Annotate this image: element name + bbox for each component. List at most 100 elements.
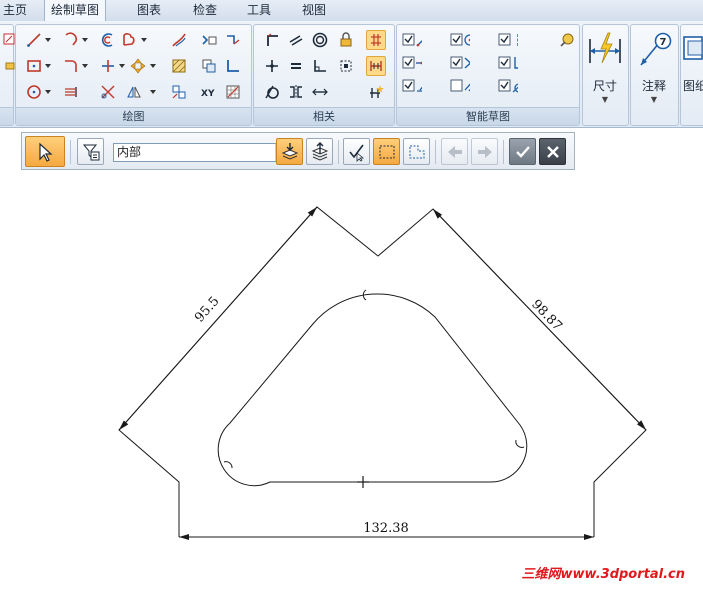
parallel-icon[interactable] — [286, 30, 306, 50]
next-button[interactable] — [471, 138, 498, 165]
check-select-button[interactable] — [343, 138, 370, 165]
curve-dropdown-icon[interactable] — [141, 30, 147, 50]
collinear-icon[interactable] — [310, 82, 330, 102]
pointer-arrow-icon — [39, 142, 53, 162]
mirror-dropdown-icon[interactable] — [150, 82, 156, 102]
line-dropdown-icon[interactable] — [45, 30, 51, 50]
construction-icon[interactable] — [61, 82, 81, 102]
drawing-view-button[interactable]: 图纸 — [681, 29, 703, 111]
rectangle-dropdown-icon[interactable] — [45, 56, 51, 76]
smart-dimension-icon — [589, 32, 621, 64]
grid-icon[interactable] — [223, 82, 243, 102]
move-icon[interactable] — [128, 56, 148, 76]
fillet-dropdown-icon[interactable] — [82, 56, 88, 76]
svg-text:XY: XY — [201, 89, 215, 99]
equal-icon[interactable] — [286, 56, 306, 76]
sketch-canvas[interactable]: 132.38 95.5 98.87 — [0, 171, 703, 590]
lock-icon[interactable] — [336, 30, 356, 50]
xy-coordinate-icon[interactable]: XY — [199, 82, 219, 102]
tab-charts[interactable]: 图表 — [137, 0, 161, 21]
arc-dropdown-icon[interactable] — [82, 30, 88, 50]
box-select-button[interactable] — [373, 138, 400, 165]
mirror-icon[interactable] — [124, 82, 144, 102]
relationship-handles-icon[interactable] — [366, 56, 386, 76]
dimension-button[interactable]: 尺寸 ▼ — [584, 29, 626, 111]
tab-home[interactable]: 主页 — [3, 0, 27, 21]
intellisketch-midpoint-check[interactable] — [402, 53, 422, 73]
tangent-icon[interactable] — [262, 82, 282, 102]
dimension-left[interactable]: 95.5 — [118, 206, 318, 431]
annotation-dropdown-icon[interactable]: ▼ — [633, 95, 675, 104]
relationship-assistant-icon[interactable] — [366, 82, 386, 102]
dimension-left-value[interactable]: 95.5 — [192, 294, 222, 326]
intellisketch-tangent-check[interactable] — [498, 76, 518, 96]
inner-slot-profile[interactable] — [217, 293, 528, 487]
intellisketch-intersection-check[interactable] — [450, 53, 470, 73]
outer-profile[interactable] — [118, 206, 647, 537]
annotation-button[interactable]: 7 注释 ▼ — [633, 29, 675, 111]
intellisketch-parallel-check[interactable] — [450, 76, 470, 96]
intellisketch-perpendicular-check[interactable] — [498, 53, 518, 73]
rigid-set-icon[interactable] — [336, 56, 356, 76]
maintain-relationships-icon[interactable] — [366, 30, 386, 50]
tab-sketch[interactable]: 绘制草图 — [44, 0, 107, 21]
circle-dropdown-icon[interactable] — [45, 82, 51, 102]
perpendicular-icon[interactable] — [262, 30, 282, 50]
ribbon-group-dimension: 尺寸 ▼ — [582, 24, 629, 126]
intellisketch-options-icon[interactable] — [557, 30, 577, 50]
curve-icon[interactable] — [119, 30, 139, 50]
dashed-polygon-icon — [409, 145, 424, 158]
previous-button[interactable] — [441, 138, 468, 165]
horizontal-vertical-icon[interactable] — [310, 56, 330, 76]
intellisketch-vertical-check[interactable] — [498, 30, 518, 50]
layer-down-icon — [281, 142, 298, 160]
pattern-icon[interactable] — [169, 82, 189, 102]
line-icon[interactable] — [24, 30, 44, 50]
ribbon-group-drawing-view: 图纸 — [680, 24, 703, 126]
dimension-bottom-value[interactable]: 132.38 — [363, 521, 409, 536]
arc-icon[interactable] — [61, 30, 81, 50]
fence-select-button[interactable] — [403, 138, 430, 165]
dimension-right[interactable]: 98.87 — [432, 208, 647, 431]
sketch-drawing[interactable]: 132.38 95.5 98.87 — [0, 171, 703, 590]
concentric-icon[interactable] — [310, 30, 330, 50]
dimension-dropdown-icon[interactable]: ▼ — [584, 95, 626, 104]
selection-filter-select[interactable]: 内部 — [113, 143, 293, 162]
include-icon[interactable] — [199, 30, 219, 50]
rectangle-icon[interactable] — [24, 56, 44, 76]
project-icon[interactable] — [169, 30, 189, 50]
accept-button[interactable] — [509, 138, 536, 165]
trim-icon[interactable] — [98, 56, 118, 76]
selection-filter-button[interactable] — [77, 138, 104, 165]
ribbon: XY 绘图 相关 智能草图 尺寸 ▼ 7 注释 ▼ 图纸 — [0, 21, 703, 128]
tab-inspect[interactable]: 检查 — [193, 0, 217, 21]
tab-tools[interactable]: 工具 — [247, 0, 271, 21]
offset-icon[interactable] — [98, 30, 118, 50]
dimension-bottom[interactable]: 132.38 — [179, 521, 594, 540]
trim-dropdown-icon[interactable] — [119, 56, 125, 76]
intellisketch-center-check[interactable] — [450, 30, 470, 50]
connect-icon[interactable] — [262, 56, 282, 76]
select-tool-button[interactable] — [25, 136, 65, 167]
circle-icon[interactable] — [24, 82, 44, 102]
fill-pattern-icon[interactable] — [169, 56, 189, 76]
command-bar: 内部 — [21, 132, 575, 170]
split-icon[interactable] — [223, 56, 243, 76]
dimension-right-value[interactable]: 98.87 — [528, 297, 565, 334]
fillet-icon[interactable] — [61, 56, 81, 76]
select-overlap-button[interactable] — [306, 138, 333, 165]
move-dropdown-icon[interactable] — [150, 56, 156, 76]
copy-icon[interactable] — [199, 56, 219, 76]
select-inside-button[interactable] — [276, 138, 303, 165]
extend-icon[interactable] — [223, 30, 243, 50]
arrow-right-icon — [477, 145, 492, 158]
center-point-icon[interactable] — [357, 476, 369, 488]
symmetric-icon[interactable] — [286, 82, 306, 102]
tab-view[interactable]: 视图 — [302, 0, 326, 21]
ribbon-group-intellisketch: 智能草图 — [396, 24, 580, 126]
dashed-rectangle-icon — [379, 145, 394, 158]
cancel-button[interactable] — [539, 138, 566, 165]
intellisketch-point-on-check[interactable] — [402, 76, 422, 96]
mirror-cut-icon[interactable] — [98, 82, 118, 102]
intellisketch-endpoint-check[interactable] — [402, 30, 422, 50]
